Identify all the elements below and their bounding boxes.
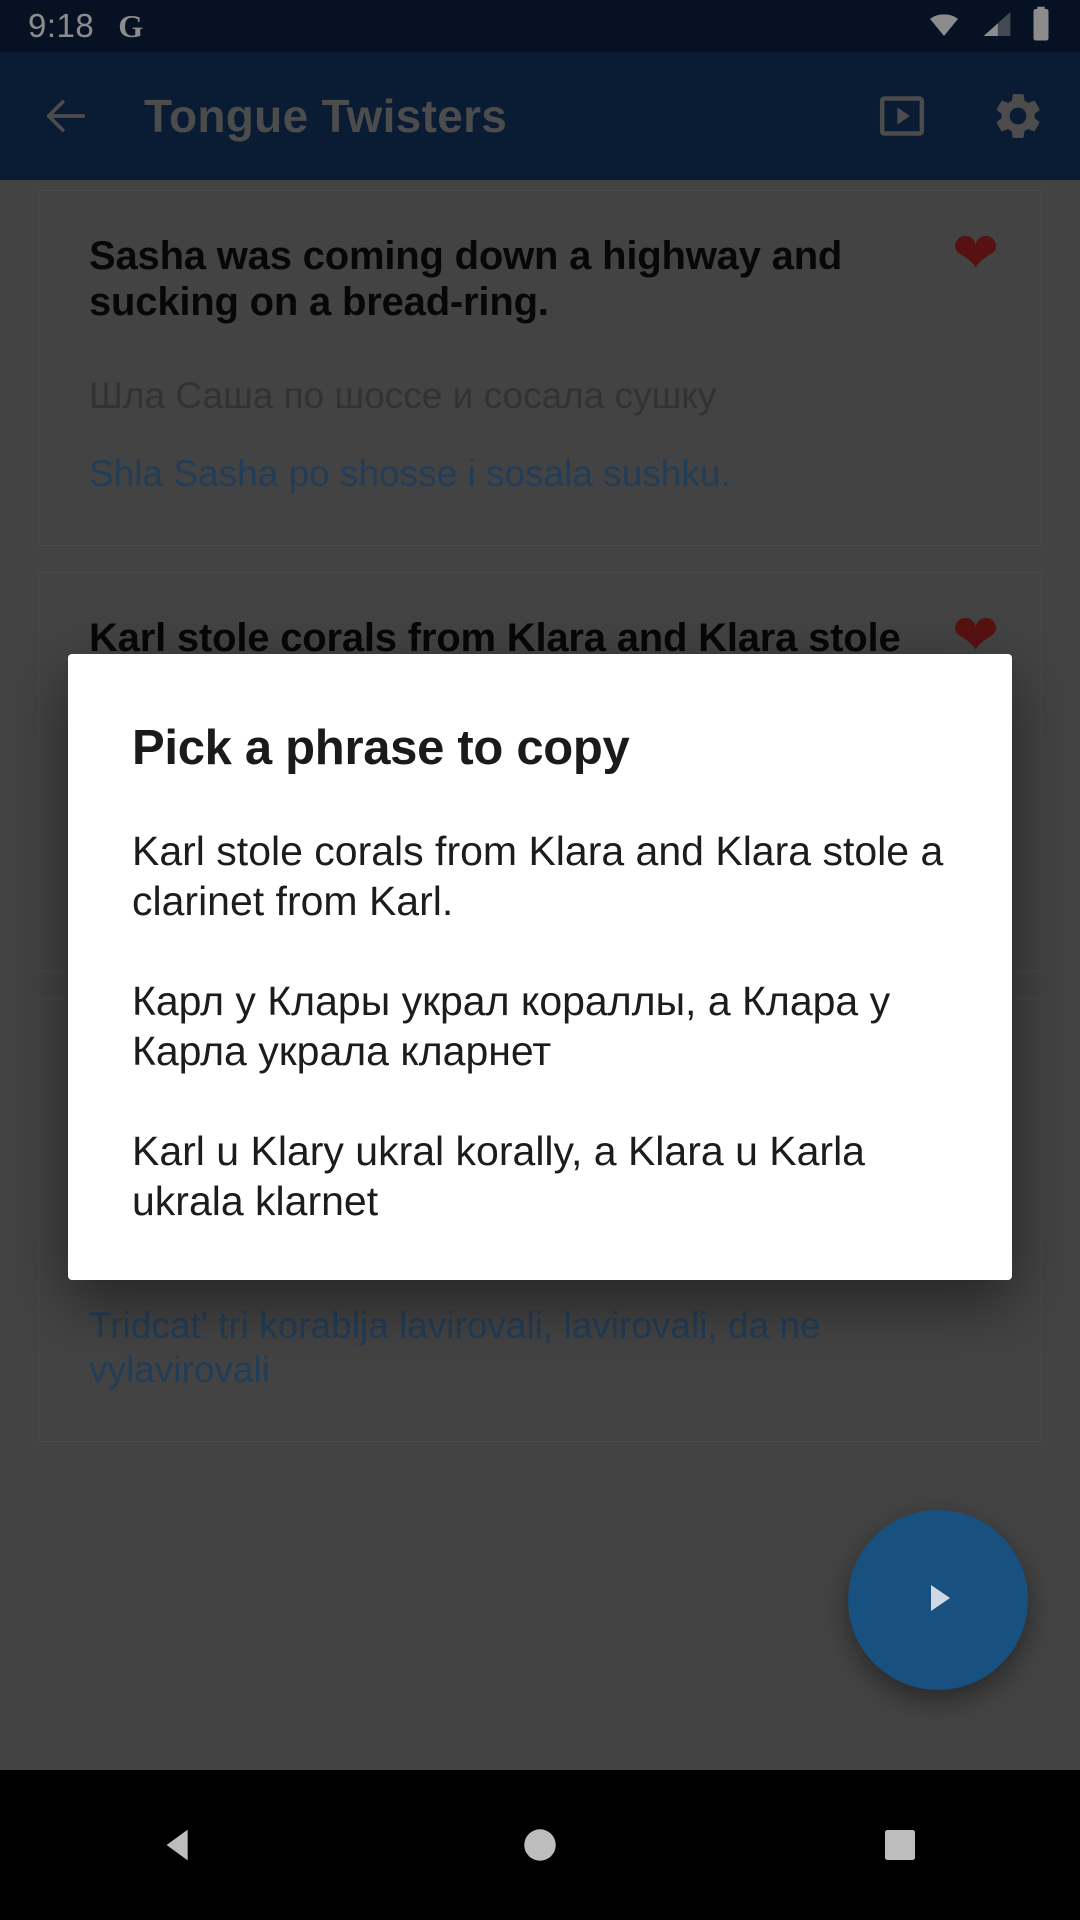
play-fab-button[interactable] xyxy=(848,1510,1028,1690)
play-icon xyxy=(914,1574,962,1627)
nav-recents-icon[interactable] xyxy=(840,1785,960,1905)
dialog-title: Pick a phrase to copy xyxy=(132,721,630,775)
nav-back-icon[interactable] xyxy=(120,1785,240,1905)
app-screen: 9:18 G Tongue Twisters ❤ Sasha was comin… xyxy=(0,0,1080,1920)
pick-phrase-dialog: Pick a phrase to copy Karl stole corals … xyxy=(68,654,1012,1281)
dialog-option-english[interactable]: Karl stole corals from Klara and Klara s… xyxy=(132,826,948,926)
dialog-option-transliteration[interactable]: Karl u Klary ukral korally, a Klara u Ka… xyxy=(132,1126,948,1226)
nav-home-icon[interactable] xyxy=(480,1785,600,1905)
system-navigation-bar xyxy=(0,1770,1080,1920)
dialog-option-russian[interactable]: Карл у Клары украл кораллы, а Клара у Ка… xyxy=(132,976,948,1076)
